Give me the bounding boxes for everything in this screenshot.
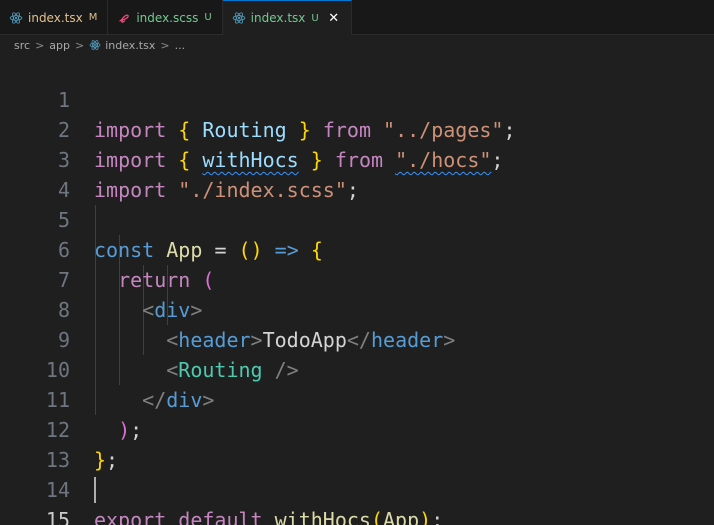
code-line: 2 import { withHocs } from "./hocs";	[0, 85, 714, 172]
tab-label: index.tsx	[28, 10, 83, 25]
sass-icon	[117, 11, 131, 25]
code-line-current: 15	[0, 475, 714, 525]
code-editor[interactable]: 1 import { Routing } from "../pages"; 2 …	[0, 55, 714, 525]
code-line: 13	[0, 415, 714, 472]
tab-index-scss[interactable]: index.scss U	[108, 0, 223, 35]
code-line: 5 const App = () => {	[0, 175, 714, 262]
breadcrumb-item-app[interactable]: app	[49, 39, 70, 52]
code-content: export default withHocs(App);	[94, 508, 444, 525]
react-icon	[232, 11, 246, 25]
breadcrumb-item-symbols[interactable]: ...	[175, 39, 186, 52]
code-line: 7 <div>	[0, 235, 714, 322]
code-line: 6 return (	[0, 205, 714, 292]
breadcrumb: src > app > index.tsx > ...	[0, 35, 714, 55]
breadcrumb-separator: >	[35, 38, 45, 52]
close-icon[interactable]: ✕	[327, 11, 341, 26]
breadcrumb-separator: >	[75, 38, 85, 52]
git-status-badge: U	[204, 12, 212, 23]
code-line: 3 import "./index.scss";	[0, 115, 714, 202]
breadcrumb-separator: >	[160, 38, 170, 52]
react-icon	[89, 39, 101, 51]
code-line: 14 export default withHocs(App);	[0, 445, 714, 525]
code-line: 11 );	[0, 355, 714, 442]
code-line: 9 <Routing />	[0, 295, 714, 382]
code-line: 10 </div>	[0, 325, 714, 412]
breadcrumb-item-file[interactable]: index.tsx	[105, 39, 155, 52]
tab-label: index.scss	[136, 10, 199, 25]
code-line: 4	[0, 145, 714, 202]
git-status-badge: M	[88, 12, 98, 23]
breadcrumb-item-src[interactable]: src	[14, 39, 30, 52]
code-line: 8 <header>TodoApp</header>	[0, 265, 714, 352]
line-number: 15	[45, 508, 70, 525]
text-cursor	[94, 477, 96, 503]
tab-index-tsx-active[interactable]: index.tsx U ✕	[222, 0, 352, 35]
tab-index-tsx-modified[interactable]: index.tsx M	[0, 0, 109, 35]
react-icon	[9, 11, 23, 25]
code-line: 1 import { Routing } from "../pages";	[0, 55, 714, 142]
editor-tab-bar: index.tsx M index.scss U index.tsx U ✕	[0, 0, 714, 35]
code-line: 12 };	[0, 385, 714, 472]
git-status-badge: U	[311, 12, 319, 24]
tab-label: index.tsx	[250, 11, 306, 25]
